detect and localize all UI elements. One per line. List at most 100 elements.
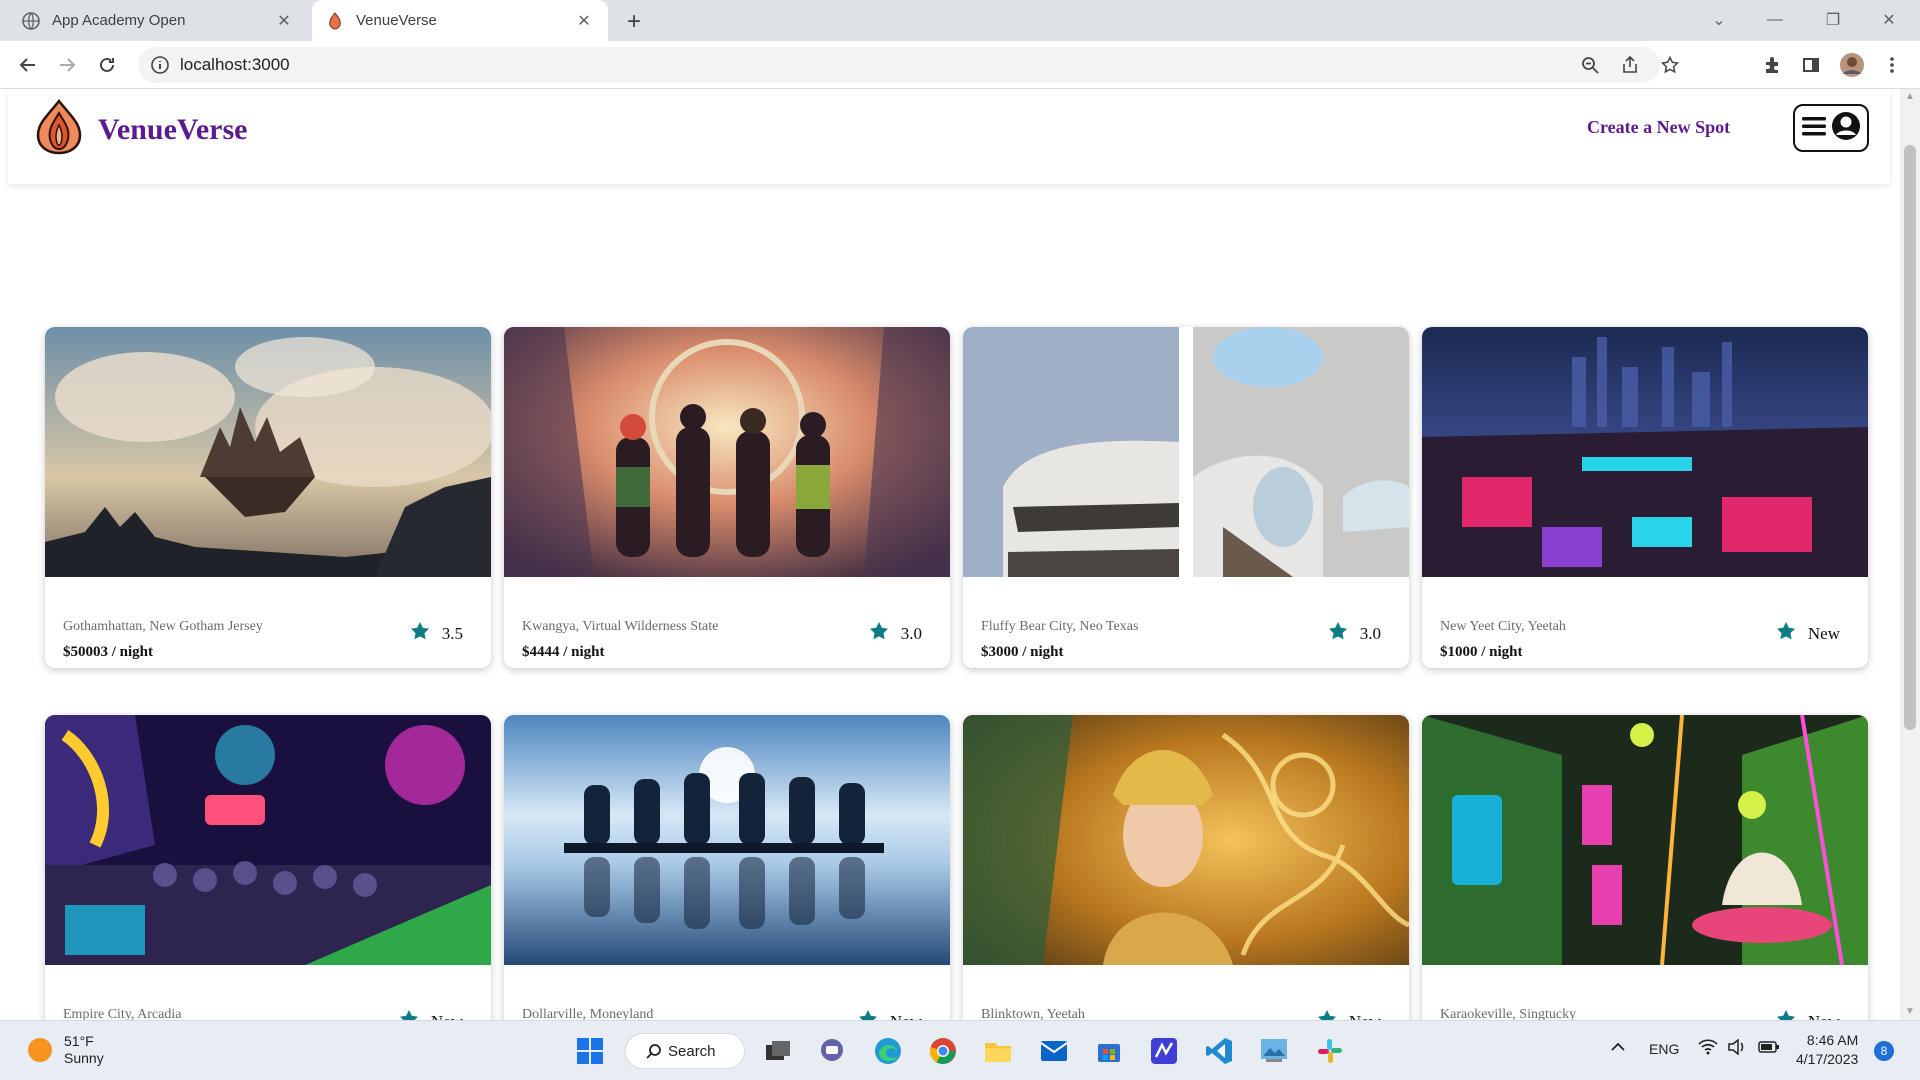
spot-price: $3000 / night [981, 644, 1064, 660]
star-icon [1776, 621, 1796, 646]
spot-card[interactable]: New Yeet City, Yeetah $1000 / night New [1422, 327, 1868, 668]
minimize-button[interactable]: — [1752, 4, 1798, 36]
chrome-browser-icon[interactable] [927, 1035, 959, 1067]
volume-icon[interactable] [1728, 1038, 1746, 1058]
rating-value: New [431, 1012, 463, 1021]
tab-title: VenueVerse [356, 12, 437, 29]
spot-image [963, 327, 1409, 577]
spot-card[interactable]: Gothamhattan, New Gotham Jersey $50003 /… [45, 327, 491, 668]
spot-location: Karaokeville, Singtucky [1440, 1007, 1577, 1020]
windows-taskbar: 51°F Sunny Search ENG 8:46 AM 4/17/2023 … [0, 1020, 1920, 1080]
page-viewport: VenueVerse Create a New Spot Gothamhatta… [0, 89, 1900, 1020]
home-logo-link[interactable]: VenueVerse [34, 98, 248, 160]
rating-value: 3.0 [900, 623, 922, 643]
address-text: localhost:3000 [180, 55, 290, 74]
bookmark-star-icon[interactable] [1656, 51, 1684, 79]
file-explorer-icon[interactable] [982, 1035, 1014, 1067]
scroll-up-arrow-icon[interactable]: ▲ [1904, 91, 1916, 103]
weather-widget[interactable]: 51°F Sunny [28, 1033, 104, 1067]
weather-desc: Sunny [64, 1050, 104, 1066]
forward-button[interactable] [53, 51, 81, 79]
teams-chat-icon[interactable] [816, 1035, 848, 1067]
create-new-spot-link[interactable]: Create a New Spot [1587, 117, 1730, 138]
spot-card[interactable]: Fluffy Bear City, Neo Texas $3000 / nigh… [963, 327, 1409, 668]
spot-card[interactable]: Karaokeville, Singtucky New [1422, 715, 1868, 1020]
mail-icon[interactable] [1038, 1035, 1070, 1067]
page-scrollbar[interactable]: ▲ ▼ [1900, 89, 1920, 1020]
photos-app-icon[interactable] [1258, 1035, 1290, 1067]
spot-image [504, 715, 950, 965]
spot-rating: New [858, 1009, 922, 1020]
star-icon [1328, 621, 1348, 646]
site-info-icon[interactable] [150, 55, 170, 80]
reload-button[interactable] [93, 51, 121, 79]
spot-card[interactable]: Blinktown, Yeetah New [963, 715, 1409, 1020]
scrollbar-thumb[interactable] [1904, 145, 1916, 730]
spot-card[interactable]: Empire City, Arcadia New [45, 715, 491, 1020]
weather-temp: 51°F [64, 1033, 94, 1049]
close-tab-icon[interactable]: ✕ [574, 11, 594, 31]
microsoft-store-icon[interactable] [1093, 1035, 1125, 1067]
spot-rating: 3.0 [869, 621, 922, 646]
close-tab-icon[interactable]: ✕ [274, 11, 294, 31]
tab-app-academy[interactable]: App Academy Open ✕ [8, 0, 308, 41]
globe-icon [22, 11, 40, 30]
close-window-button[interactable]: ✕ [1866, 4, 1912, 36]
task-view-icon[interactable] [762, 1035, 794, 1067]
spot-image [45, 715, 491, 965]
side-panel-icon[interactable] [1797, 51, 1825, 79]
whiteboard-app-icon[interactable] [1148, 1035, 1180, 1067]
edge-browser-icon[interactable] [872, 1035, 904, 1067]
spot-image [963, 715, 1409, 965]
spot-card[interactable]: Kwangya, Virtual Wilderness State $4444 … [504, 327, 950, 668]
spot-location: Fluffy Bear City, Neo Texas [981, 619, 1139, 634]
taskbar-search[interactable]: Search [625, 1033, 745, 1069]
battery-icon[interactable] [1758, 1039, 1780, 1058]
start-windows-icon[interactable] [574, 1035, 606, 1067]
rating-value: New [1808, 1012, 1840, 1021]
new-tab-button[interactable]: + [620, 8, 648, 36]
spot-rating: New [399, 1009, 463, 1020]
vscode-icon[interactable] [1203, 1035, 1235, 1067]
spot-location: Empire City, Arcadia [63, 1007, 182, 1020]
show-hidden-icons-chevron-icon[interactable] [1610, 1039, 1626, 1058]
tab-venueverse[interactable]: VenueVerse ✕ [312, 0, 608, 41]
restore-button[interactable]: ❐ [1810, 4, 1856, 36]
slack-icon[interactable] [1314, 1035, 1346, 1067]
site-navbar: VenueVerse Create a New Spot [8, 89, 1890, 184]
spot-location: Blinktown, Yeetah [981, 1007, 1085, 1020]
spot-rating: New [1776, 621, 1840, 646]
share-icon[interactable] [1616, 51, 1644, 79]
browser-toolbar: localhost:3000 [0, 41, 1920, 89]
spot-image [1422, 715, 1868, 965]
spot-image [504, 327, 950, 577]
profile-avatar[interactable] [1838, 51, 1866, 79]
brand-name: VenueVerse [98, 112, 248, 146]
spot-price: $1000 / night [1440, 644, 1523, 660]
tab-search-icon[interactable]: ⌄ [1696, 4, 1742, 36]
spot-rating: 3.5 [410, 621, 463, 646]
spot-rating: New [1317, 1009, 1381, 1020]
back-button[interactable] [14, 51, 42, 79]
taskbar-clock[interactable]: 8:46 AM 4/17/2023 [1796, 1031, 1858, 1069]
address-bar[interactable]: localhost:3000 [138, 47, 1679, 83]
spot-rating: 3.0 [1328, 621, 1381, 646]
browser-tab-strip: App Academy Open ✕ VenueVerse ✕ + ⌄ — ❐ … [0, 0, 1920, 41]
star-icon [410, 621, 430, 646]
profile-menu-button[interactable] [1793, 104, 1869, 152]
scroll-down-arrow-icon[interactable]: ▼ [1904, 1006, 1916, 1018]
wifi-icon[interactable] [1698, 1039, 1718, 1058]
hamburger-icon [1801, 115, 1827, 142]
notification-badge[interactable]: 8 [1874, 1041, 1894, 1061]
spot-card[interactable]: Dollarville, Moneyland New [504, 715, 950, 1020]
extensions-icon[interactable] [1758, 51, 1786, 79]
tab-title: App Academy Open [52, 12, 186, 29]
spot-price: $50003 / night [63, 644, 154, 660]
flame-logo-icon [34, 98, 84, 160]
rating-value: New [890, 1012, 922, 1021]
language-indicator[interactable]: ENG [1649, 1041, 1679, 1057]
zoom-icon[interactable] [1576, 51, 1604, 79]
user-circle-icon [1831, 111, 1861, 146]
chrome-menu-icon[interactable] [1878, 51, 1906, 79]
sun-icon [28, 1038, 52, 1062]
